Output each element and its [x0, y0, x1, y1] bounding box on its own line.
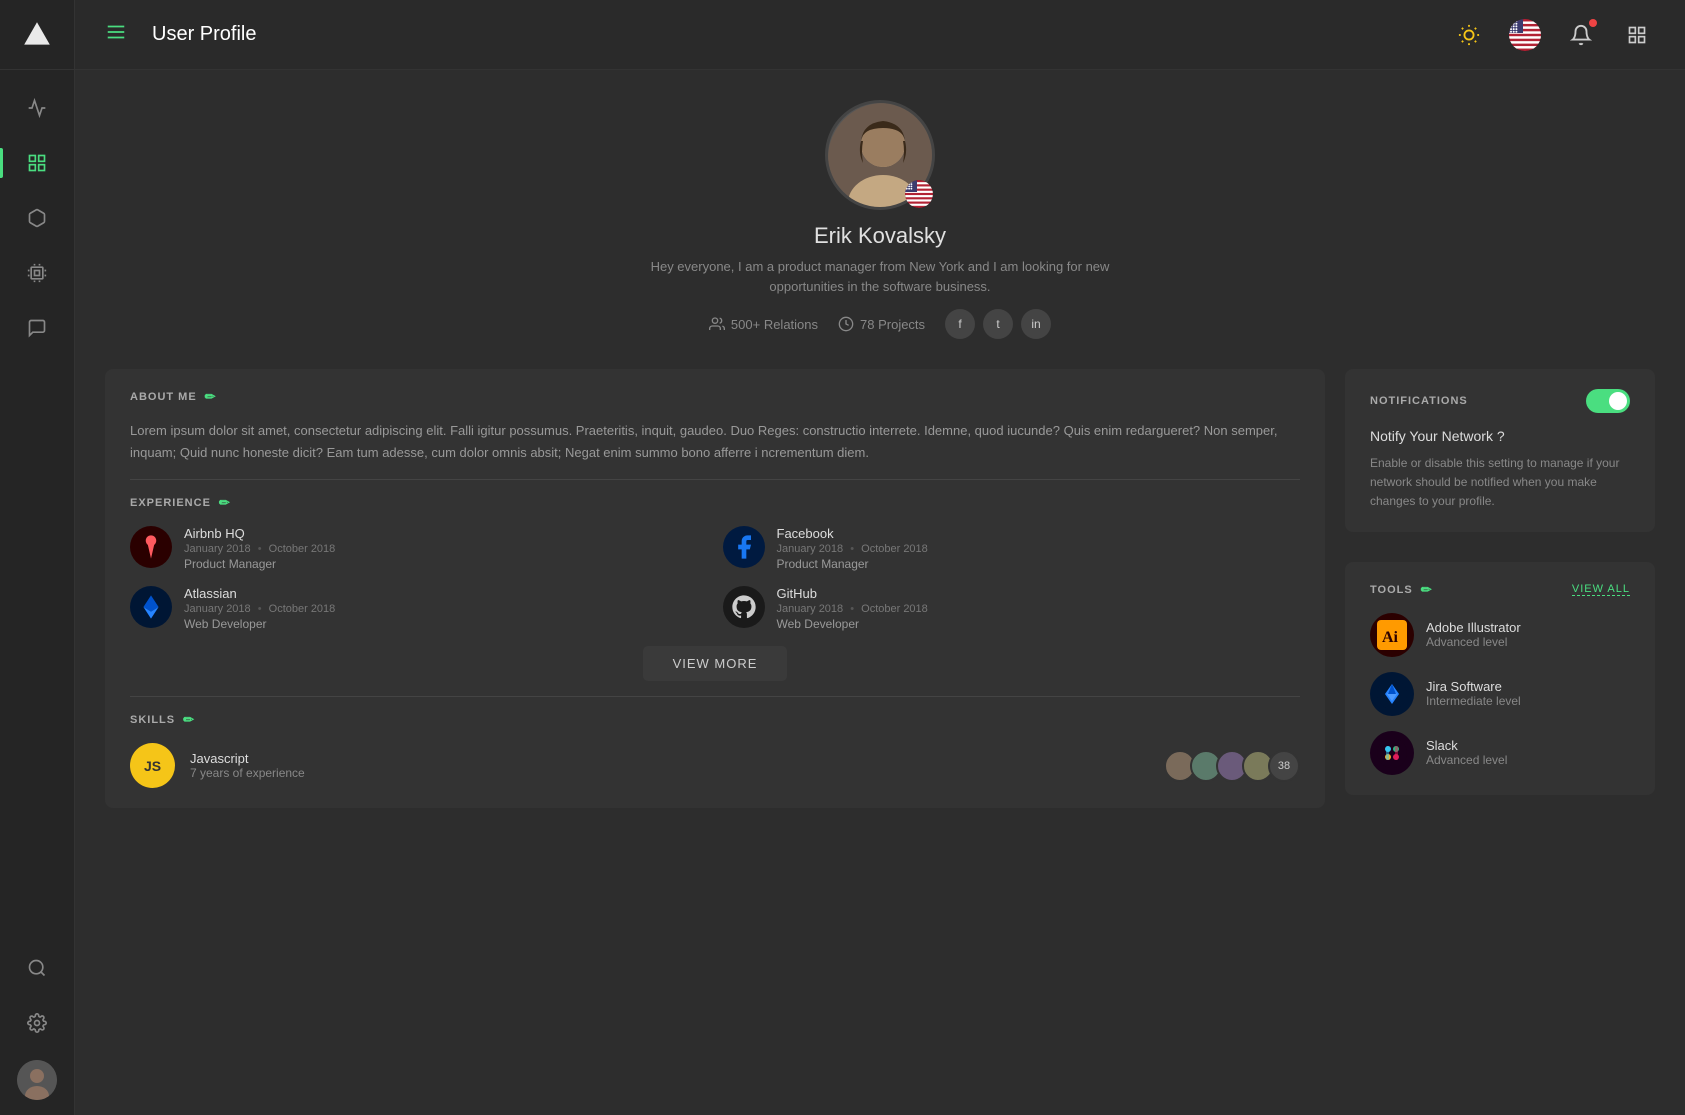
view-all-tools-link[interactable]: VIEW ALL: [1572, 583, 1630, 596]
tools-edit-icon[interactable]: ✏: [1421, 582, 1433, 598]
exp-info-github: GitHub January 2018 • October 2018 Web D…: [777, 586, 928, 631]
cards-area: ABOUT ME ✏ Lorem ipsum dolor sit amet, c…: [75, 359, 1685, 1115]
endorser-count: 38: [1268, 750, 1300, 782]
header-actions: [1451, 17, 1655, 53]
exp-item-airbnb: Airbnb HQ January 2018 • October 2018 Pr…: [130, 526, 708, 571]
sidebar-item-cube[interactable]: [0, 190, 75, 245]
main-content: User Profile: [75, 0, 1685, 1115]
tools-card: TOOLS ✏ VIEW ALL Ai: [1345, 562, 1655, 795]
skill-item-js: JS Javascript 7 years of experience 38: [130, 743, 1300, 788]
relations-stat: 500+ Relations: [709, 316, 818, 332]
tool-item-jira: Jira Software Intermediate level: [1370, 672, 1630, 716]
projects-stat: 78 Projects: [838, 316, 925, 332]
divider-1: [130, 479, 1300, 480]
page-title: User Profile: [152, 23, 1436, 46]
skill-info-js: Javascript 7 years of experience: [190, 751, 1149, 780]
divider-2: [130, 696, 1300, 697]
facebook-icon[interactable]: f: [945, 309, 975, 339]
relations-count: 500+ Relations: [731, 317, 818, 332]
view-more-button[interactable]: VIEW MORE: [643, 646, 788, 681]
illustrator-logo: Ai: [1370, 613, 1414, 657]
right-panel: NOTIFICATIONS Notify Your Network ? Enab…: [1345, 369, 1655, 1085]
experience-edit-icon[interactable]: ✏: [219, 495, 231, 511]
sidebar-item-chat[interactable]: [0, 300, 75, 355]
linkedin-icon[interactable]: in: [1021, 309, 1051, 339]
notify-network-subtitle: Notify Your Network ?: [1370, 428, 1630, 444]
exp-info-airbnb: Airbnb HQ January 2018 • October 2018 Pr…: [184, 526, 335, 571]
avatar[interactable]: [17, 1060, 57, 1100]
slack-info: Slack Advanced level: [1426, 738, 1507, 767]
tools-header: TOOLS ✏ VIEW ALL: [1370, 582, 1630, 598]
skill-avatars: 38: [1164, 750, 1300, 782]
svg-text:Ai: Ai: [1382, 629, 1399, 646]
jira-logo: [1370, 672, 1414, 716]
skill-badge-js: JS: [130, 743, 175, 788]
notify-network-desc: Enable or disable this setting to manage…: [1370, 454, 1630, 512]
projects-count: 78 Projects: [860, 317, 925, 332]
header: User Profile: [75, 0, 1685, 70]
apps-button[interactable]: [1619, 17, 1655, 53]
social-icons: f t in: [945, 309, 1051, 339]
profile-header: Erik Kovalsky Hey everyone, I am a produ…: [75, 70, 1685, 359]
flag-button[interactable]: [1507, 17, 1543, 53]
about-card: ABOUT ME ✏ Lorem ipsum dolor sit amet, c…: [105, 369, 1325, 808]
sidebar-item-grid[interactable]: [0, 135, 75, 190]
app-logo[interactable]: [0, 0, 75, 70]
tools-section-title: TOOLS ✏: [1370, 582, 1433, 598]
jira-info: Jira Software Intermediate level: [1426, 679, 1521, 708]
profile-avatar-wrap: [825, 100, 935, 210]
sidebar: [0, 0, 75, 1115]
content-area: Erik Kovalsky Hey everyone, I am a produ…: [75, 70, 1685, 1115]
notify-network-toggle[interactable]: [1586, 389, 1630, 413]
notifications-header: NOTIFICATIONS: [1370, 389, 1630, 413]
profile-flag: [905, 180, 933, 208]
about-section-title: ABOUT ME ✏: [130, 389, 1300, 405]
left-panel: ABOUT ME ✏ Lorem ipsum dolor sit amet, c…: [105, 369, 1325, 1085]
tool-item-slack: Slack Advanced level: [1370, 731, 1630, 775]
twitter-icon[interactable]: t: [983, 309, 1013, 339]
sidebar-item-activity[interactable]: [0, 80, 75, 135]
profile-stats: 500+ Relations 78 Projects f t in: [709, 309, 1051, 339]
slack-logo: [1370, 731, 1414, 775]
sidebar-item-settings[interactable]: [0, 995, 75, 1050]
tool-item-illustrator: Ai Adobe Illustrator Advanced level: [1370, 613, 1630, 657]
profile-bio: Hey everyone, I am a product manager fro…: [630, 257, 1130, 296]
exp-item-facebook: Facebook January 2018 • October 2018 Pro…: [723, 526, 1301, 571]
exp-item-github: GitHub January 2018 • October 2018 Web D…: [723, 586, 1301, 631]
notifications-card: NOTIFICATIONS Notify Your Network ? Enab…: [1345, 369, 1655, 532]
brightness-button[interactable]: [1451, 17, 1487, 53]
notification-button[interactable]: [1563, 17, 1599, 53]
illustrator-info: Adobe Illustrator Advanced level: [1426, 620, 1521, 649]
exp-info-atlassian: Atlassian January 2018 • October 2018 We…: [184, 586, 335, 631]
sidebar-item-search[interactable]: [0, 940, 75, 995]
sidebar-item-chip[interactable]: [0, 245, 75, 300]
notification-badge: [1589, 19, 1597, 27]
about-edit-icon[interactable]: ✏: [205, 389, 217, 405]
profile-name: Erik Kovalsky: [814, 223, 946, 249]
about-text: Lorem ipsum dolor sit amet, consectetur …: [130, 420, 1300, 464]
experience-section-title: EXPERIENCE ✏: [130, 495, 1300, 511]
exp-info-facebook: Facebook January 2018 • October 2018 Pro…: [777, 526, 928, 571]
skills-edit-icon[interactable]: ✏: [183, 712, 195, 728]
menu-icon[interactable]: [105, 21, 127, 49]
exp-item-atlassian: Atlassian January 2018 • October 2018 We…: [130, 586, 708, 631]
skills-section-title: SKILLS ✏: [130, 712, 1300, 728]
experience-grid: Airbnb HQ January 2018 • October 2018 Pr…: [130, 526, 1300, 631]
notifications-title: NOTIFICATIONS: [1370, 395, 1468, 407]
